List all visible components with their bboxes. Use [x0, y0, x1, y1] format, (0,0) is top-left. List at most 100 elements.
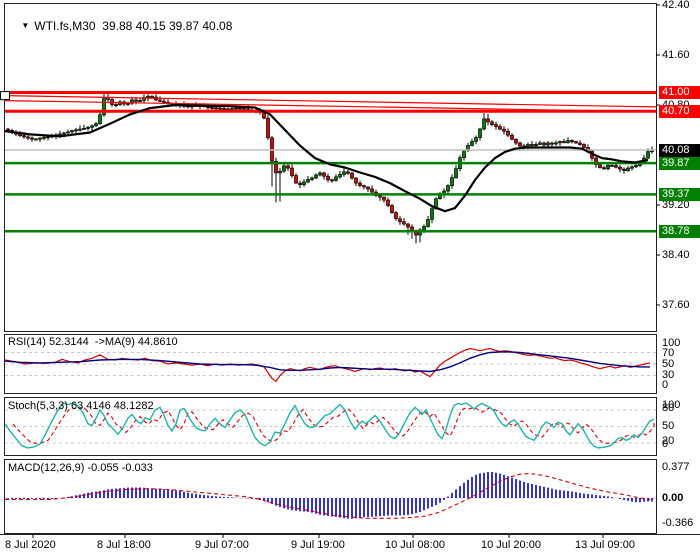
candle-down [370, 188, 374, 193]
candle-up [558, 141, 562, 144]
candle-up [342, 171, 346, 175]
indicator-tick-label: 50 [662, 420, 675, 432]
candle-up [554, 142, 558, 145]
price-tick-label: 37.60 [662, 299, 690, 311]
candle-down [210, 107, 214, 110]
candle-down [290, 167, 294, 176]
candle-up [282, 165, 286, 172]
stoch-panel-label: Stoch(5,3,3) 63.4146 48.1282 [8, 400, 154, 412]
candle-down [618, 166, 622, 170]
candle-up [454, 168, 458, 179]
candle-down [346, 171, 350, 174]
time-axis-label: 10 Jul 08:00 [385, 539, 445, 551]
candle-up [606, 164, 610, 170]
candle-down [494, 124, 498, 127]
candle-down [578, 142, 582, 145]
candle-down [222, 108, 226, 110]
candle-down [266, 117, 270, 139]
candle-down [602, 167, 606, 170]
candle-up [546, 142, 550, 146]
candle-up [446, 185, 450, 192]
candle-up [90, 125, 94, 128]
candle-up [46, 136, 50, 139]
candle-down [562, 141, 566, 144]
candle-down [294, 175, 298, 184]
candle-up [462, 150, 466, 159]
time-axis-label: 10 Jul 20:00 [481, 539, 541, 551]
candle-down [542, 142, 546, 146]
rsi-panel-label: RSI(14) 52.3144 ->MA(9) 44.8610 [8, 336, 178, 348]
candle-up [318, 172, 322, 176]
time-axis-label: 8 Jul 18:00 [97, 539, 151, 551]
level-price-badge: 38.78 [659, 224, 700, 238]
time-axis-label: 8 Jul 2020 [5, 539, 56, 551]
candle-down [286, 165, 290, 169]
candle-up [626, 167, 630, 171]
chart-canvas[interactable] [0, 0, 700, 560]
candle-down [22, 135, 26, 138]
candle-down [30, 137, 34, 140]
candle-up [482, 118, 486, 130]
candle-down [502, 128, 506, 132]
candle-up [566, 140, 570, 143]
candle-down [514, 138, 518, 144]
candle-up [70, 130, 74, 133]
candle-up [74, 129, 78, 132]
candle-up [538, 142, 542, 145]
time-axis-label: 9 Jul 19:00 [291, 539, 345, 551]
candle-up [426, 219, 430, 227]
candle-up [302, 181, 306, 185]
current-price-badge: 40.08 [659, 143, 700, 157]
candle-down [582, 144, 586, 148]
indicator-tick-label: 0.377 [662, 461, 690, 473]
candle-up [42, 136, 46, 139]
price-tick-label: 41.60 [662, 49, 690, 61]
indicator-tick-label: -0.366 [662, 517, 694, 529]
panel-frame-0 [4, 3, 657, 332]
candle-down [406, 223, 410, 228]
candle-down [214, 107, 218, 110]
candle-up [334, 176, 338, 181]
level-price-badge: 40.70 [659, 104, 700, 118]
candle-up [474, 137, 478, 142]
candle-down [298, 182, 302, 185]
candle-up [38, 137, 42, 140]
symbol-name: WTI.fs,M30 [34, 19, 96, 33]
candle-down [498, 126, 502, 130]
candle-up [146, 95, 150, 98]
candle-up [634, 165, 638, 168]
symbol-dropdown-icon[interactable]: ▼ [21, 21, 29, 30]
candle-down [622, 168, 626, 171]
candle-down [398, 218, 402, 223]
ohlc-readout: 39.88 40.15 39.87 40.08 [102, 19, 233, 33]
candle-down [570, 140, 574, 143]
candle-up [338, 174, 342, 178]
candle-up [58, 133, 62, 136]
time-axis-label: 9 Jul 07:00 [195, 539, 249, 551]
candle-down [550, 142, 554, 145]
candle-up [126, 102, 130, 105]
candle-down [162, 100, 166, 103]
indicator-tick-label: 80 [662, 402, 675, 414]
candle-up [646, 151, 650, 159]
price-tick-label: 38.40 [662, 249, 690, 261]
candle-down [354, 177, 358, 184]
candle-down [598, 164, 602, 169]
candle-down [518, 142, 522, 147]
candle-down [506, 130, 510, 136]
candle-up [66, 131, 70, 134]
candle-down [510, 134, 514, 140]
candle-up [34, 138, 38, 141]
time-axis-label: 13 Jul 09:00 [575, 539, 635, 551]
candle-up [422, 226, 426, 231]
trendline-handle[interactable] [0, 91, 10, 101]
candle-up [86, 126, 90, 129]
candle-down [574, 141, 578, 144]
candle-up [94, 123, 98, 127]
chart-title: ▼ WTI.fs,M30 39.88 40.15 39.87 40.08 [8, 6, 232, 46]
candle-down [390, 205, 394, 214]
indicator-tick-label: 0 [662, 379, 669, 391]
candle-up [630, 166, 634, 169]
candle-down [322, 172, 326, 177]
candle-up [306, 179, 310, 183]
